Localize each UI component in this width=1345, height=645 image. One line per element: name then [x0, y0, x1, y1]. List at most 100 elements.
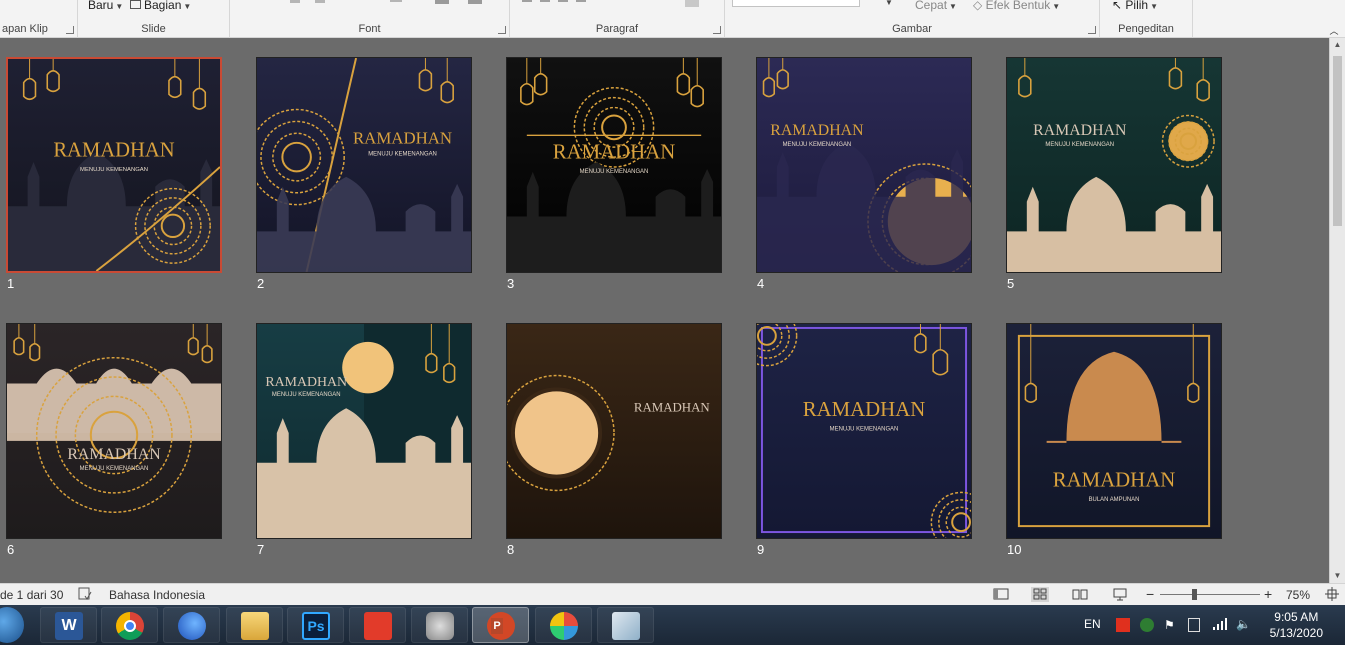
slide-thumbnail[interactable]: RAMADHAN BULAN AMPUNAN	[1006, 323, 1222, 539]
slide-thumbnail[interactable]: RAMADHAN	[506, 323, 722, 539]
taskbar-camera[interactable]	[411, 607, 468, 643]
slide-preview: RAMADHAN MENUJU KEMENANGAN	[257, 324, 471, 538]
slide-preview: RAMADHAN BULAN AMPUNAN	[1007, 324, 1221, 538]
adobe-tray-icon[interactable]	[1116, 618, 1130, 632]
slide-thumbnail[interactable]: RAMADHAN MENUJU KEMENANGAN	[6, 323, 222, 539]
firefox-icon	[178, 612, 206, 640]
slide-subtitle: MENUJU KEMENANGAN	[1045, 142, 1114, 148]
slide-thumbnail[interactable]: RAMADHAN MENUJU KEMENANGAN	[756, 57, 972, 273]
slide-number: 7	[257, 542, 265, 557]
taskbar-explorer[interactable]	[226, 607, 283, 643]
dialog-launcher-icon[interactable]	[498, 26, 506, 34]
taskbar-chrome[interactable]	[101, 607, 158, 643]
ribbon: apan Klip Baru ▼ Bagian ▼ Slide Font Parag…	[0, 0, 1345, 38]
scrollbar-thumb[interactable]	[1333, 56, 1342, 226]
taskbar-paint[interactable]	[535, 607, 592, 643]
taskbar-photoshop[interactable]: Ps	[287, 607, 344, 643]
camera-icon	[426, 612, 454, 640]
fit-to-window-icon[interactable]	[1324, 586, 1340, 605]
scroll-down-icon[interactable]: ▼	[1330, 569, 1345, 583]
shape-effects-button[interactable]: ◇ Efek Bentuk ▼	[973, 0, 1060, 12]
taskbar-word[interactable]: W	[40, 607, 97, 643]
font-size-icon[interactable]	[390, 0, 402, 2]
language-indicator[interactable]: Bahasa Indonesia	[109, 588, 205, 602]
transition-speed-button[interactable]: Cepat ▼	[915, 0, 957, 12]
slide-title: RAMADHAN	[353, 129, 452, 148]
file-explorer-icon	[241, 612, 269, 640]
group-label: Pengeditan	[1118, 23, 1174, 35]
chevron-down-icon: ▼	[1150, 2, 1159, 11]
section-label: Bagian	[144, 0, 182, 12]
slide-subtitle: MENUJU KEMENANGAN	[272, 392, 341, 398]
section-button[interactable]: Bagian ▼	[130, 0, 191, 12]
font-color-icon[interactable]	[435, 0, 449, 4]
slide-subtitle: MENUJU KEMENANGAN	[830, 427, 899, 433]
align-left-icon[interactable]	[522, 0, 532, 2]
zoom-slider-track[interactable]	[1160, 594, 1260, 595]
align-center-icon[interactable]	[540, 0, 550, 2]
zoom-out-button[interactable]: −	[1146, 586, 1154, 602]
taskbar: W Ps P EN ⚑ 🔈 9:05 AM 5/13/2020	[0, 605, 1345, 645]
zoom-in-button[interactable]: +	[1264, 586, 1272, 602]
format-icon[interactable]	[290, 0, 300, 3]
taskbar-firefox[interactable]	[163, 607, 220, 643]
slide-thumbnail[interactable]: RAMADHAN MENUJU KEMENANGAN	[756, 323, 972, 539]
slide-subtitle: MENUJU KEMENANGAN	[368, 151, 437, 157]
paint-icon	[550, 612, 578, 640]
slide-thumbnail[interactable]: RAMADHAN MENUJU KEMENANGAN	[1006, 57, 1222, 273]
reading-view-button[interactable]	[1071, 587, 1089, 602]
slide-thumbnail[interactable]: RAMADHAN MENUJU KEMENANGAN	[506, 57, 722, 273]
network-globe-icon[interactable]	[1140, 618, 1154, 632]
clock[interactable]: 9:05 AM 5/13/2020	[1270, 609, 1323, 641]
flag-icon[interactable]: ⚑	[1164, 618, 1175, 632]
dialog-launcher-icon[interactable]	[66, 26, 74, 34]
chevron-down-icon: ▼	[115, 2, 124, 11]
highlight-icon[interactable]	[468, 0, 482, 4]
usb-icon[interactable]	[1188, 618, 1200, 632]
taskbar-acrobat[interactable]	[349, 607, 406, 643]
group-label: Paragraf	[595, 23, 639, 35]
slide-number: 2	[257, 276, 265, 291]
vertical-scrollbar[interactable]: ▲ ▼	[1329, 38, 1345, 583]
zoom-level[interactable]: 75%	[1286, 588, 1310, 602]
slide-thumbnail[interactable]: RAMADHAN MENUJU KEMENANGAN	[256, 323, 472, 539]
start-button[interactable]	[0, 607, 24, 643]
section-icon	[130, 0, 141, 9]
collapse-ribbon-icon[interactable]: ︿	[1327, 24, 1341, 36]
volume-icon[interactable]: 🔈	[1236, 617, 1251, 631]
slideshow-view-button[interactable]	[1111, 587, 1129, 602]
slide-number: 8	[507, 542, 515, 557]
taskbar-powerpoint[interactable]: P	[472, 607, 529, 643]
new-slide-button[interactable]: Baru ▼	[88, 0, 123, 12]
slide-number: 4	[757, 276, 765, 291]
slide-preview: RAMADHAN MENUJU KEMENANGAN	[257, 58, 471, 272]
shapes-gallery[interactable]	[732, 0, 860, 7]
normal-view-button[interactable]	[992, 587, 1010, 602]
word-icon: W	[55, 612, 83, 640]
slide-thumbnail[interactable]: RAMADHAN MENUJU KEMENANGAN	[6, 57, 222, 273]
new-slide-label: Baru	[88, 0, 114, 12]
effects-label: Efek Bentuk	[985, 0, 1051, 12]
spelling-icon[interactable]	[78, 587, 92, 604]
smartart-icon[interactable]	[685, 0, 699, 7]
select-button[interactable]: ↖ Pilih ▼	[1112, 0, 1158, 12]
clipboard-group: apan Klip	[0, 0, 78, 38]
taskbar-notepad[interactable]	[597, 607, 654, 643]
gallery-more-icon[interactable]: ▼	[885, 0, 893, 7]
slide-thumbnail[interactable]: RAMADHAN MENUJU KEMENANGAN	[256, 57, 472, 273]
chrome-icon	[116, 612, 144, 640]
dialog-launcher-icon[interactable]	[713, 26, 721, 34]
zoom-slider-thumb[interactable]	[1192, 589, 1197, 600]
signal-icon[interactable]	[1212, 617, 1228, 634]
language-bar[interactable]: EN	[1084, 617, 1101, 631]
align-right-icon[interactable]	[558, 0, 568, 2]
dialog-launcher-icon[interactable]	[1088, 26, 1096, 34]
slide-preview: RAMADHAN MENUJU KEMENANGAN	[757, 58, 971, 272]
slide-title: RAMADHAN	[634, 401, 710, 415]
effects-icon: ◇	[973, 0, 983, 12]
clock-date: 5/13/2020	[1269, 626, 1323, 640]
format-icon[interactable]	[315, 0, 325, 3]
justify-icon[interactable]	[576, 0, 586, 2]
slide-sorter-view-button[interactable]	[1031, 587, 1049, 602]
scroll-up-icon[interactable]: ▲	[1330, 38, 1345, 52]
